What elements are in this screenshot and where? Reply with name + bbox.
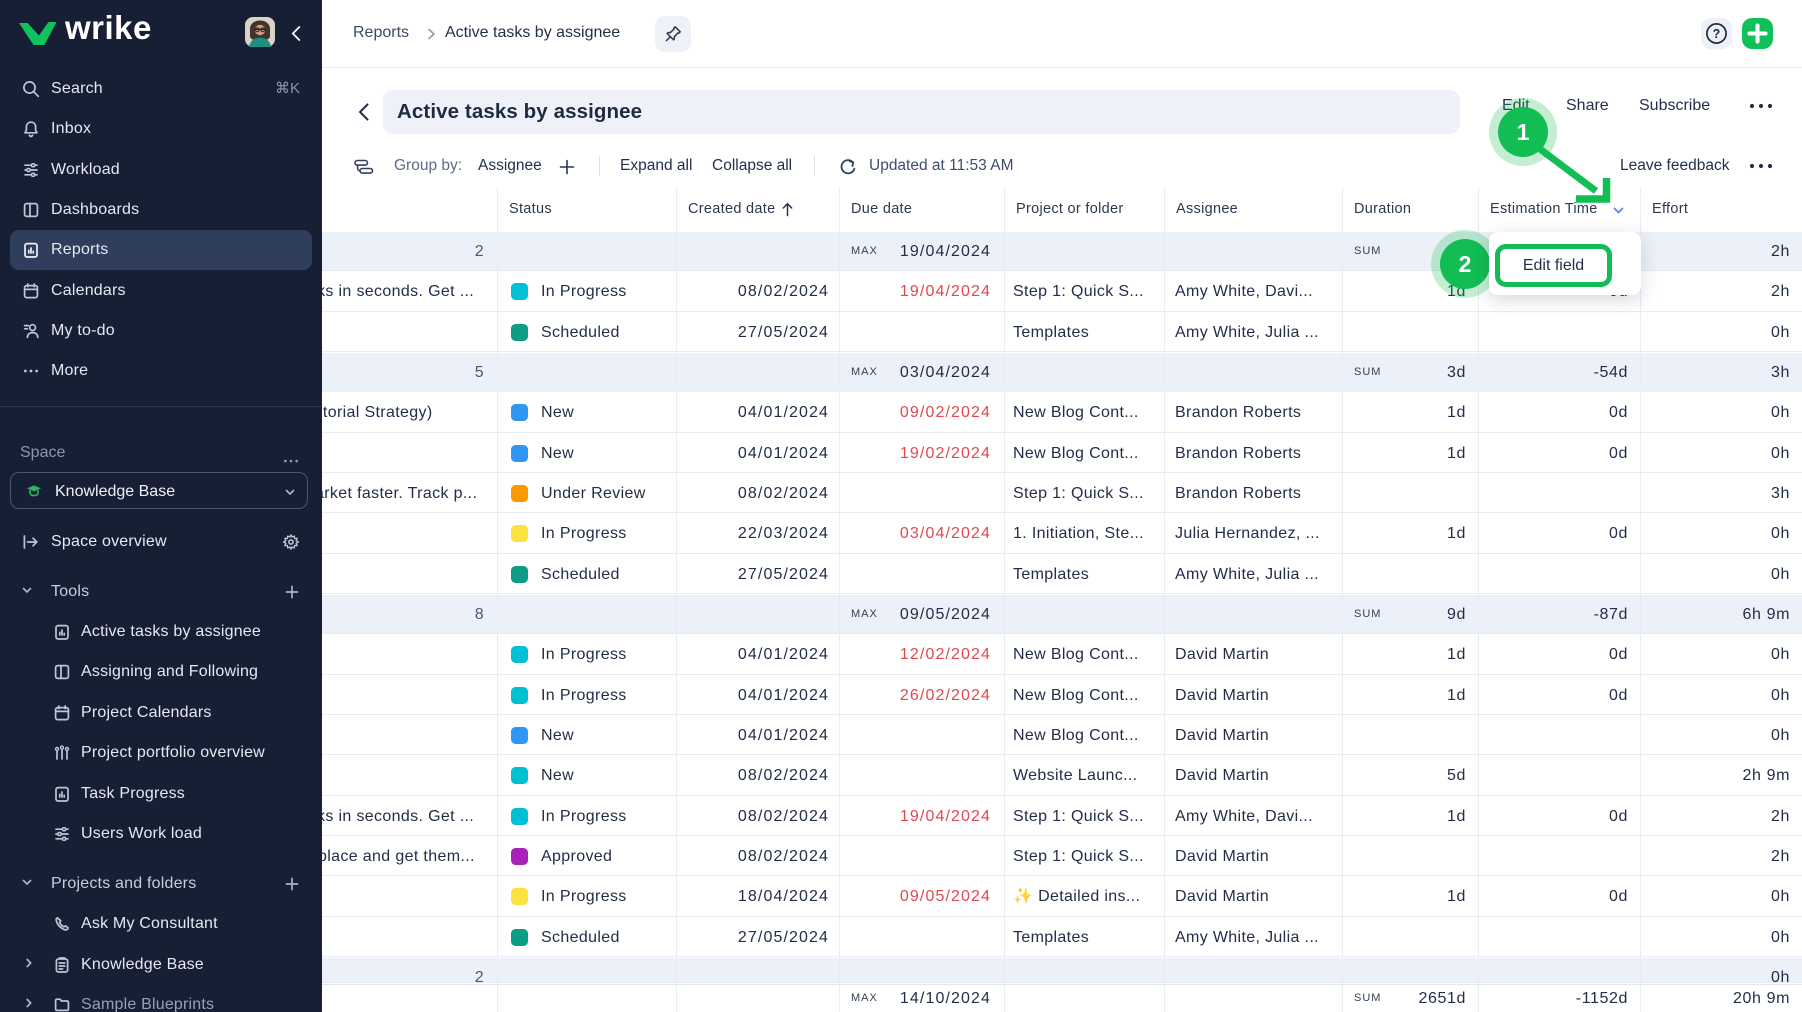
svg-text:?: ? [1713, 27, 1721, 41]
